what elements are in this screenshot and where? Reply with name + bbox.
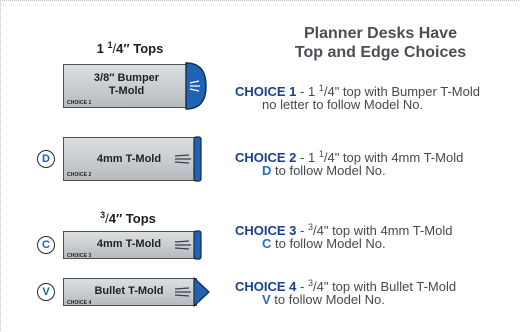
page-title-line1: Planner Desks Have (304, 25, 457, 42)
tmold-barb-icon (173, 239, 193, 251)
group-title-thin-tops: 3/4″ Tops (68, 210, 188, 226)
profile-label-line2: T-Mold (108, 85, 145, 97)
tmold-barb-icon (173, 153, 193, 165)
bullet-edge-icon (193, 277, 211, 307)
group-title-denominator: 4 (108, 211, 116, 226)
choice-tag-3: CHOICE 3 (67, 253, 92, 259)
choice-tag-4: CHOICE 4 (67, 300, 92, 306)
profile-label-choice-2: 4mm T-Mold (96, 153, 162, 165)
choice-2-suffix-text: to follow Model No. (271, 163, 386, 178)
choice-4-letter: V (262, 292, 271, 307)
profile-label-line1: 3/8″ Bumper (93, 72, 160, 84)
letter-badge-d: D (37, 150, 55, 168)
choice-3-suffix-text: to follow Model No. (271, 236, 386, 251)
group-title-whole: 1 (96, 41, 108, 56)
bumper-edge-icon (184, 62, 208, 110)
choice-tag-1: CHOICE 1 (67, 100, 92, 106)
choice-4-line2: V to follow Model No. (262, 292, 385, 308)
tmold-edge-icon (193, 136, 203, 182)
choice-2-letter: D (262, 163, 272, 178)
letter-badge-v: V (37, 283, 55, 301)
choice-3-line2: C to follow Model No. (262, 236, 386, 252)
profile-label-choice-1: 3/8″ Bumper T-Mold (74, 72, 179, 98)
choice-1-suffix-text: no letter to follow Model No. (262, 97, 424, 112)
choice-1-line2: no letter to follow Model No. (262, 97, 423, 113)
group-title-unit: ″ Tops (123, 41, 164, 56)
choice-3-letter: C (262, 236, 272, 251)
profile-label-choice-3: 4mm T-Mold (96, 238, 162, 250)
page-title-line2: Top and Edge Choices (294, 44, 467, 61)
page-title: Planner Desks Have Top and Edge Choices (268, 24, 493, 62)
letter-badge-c: C (37, 236, 55, 254)
group-title-thick-tops: 1 1/4″ Tops (70, 40, 190, 56)
choice-tag-2: CHOICE 2 (67, 172, 92, 178)
choice-4-suffix-text: to follow Model No. (270, 292, 385, 307)
choice-2-line2: D to follow Model No. (262, 163, 386, 179)
group-title-unit: ″ Tops (115, 211, 156, 226)
tmold-edge-icon (193, 230, 203, 260)
profile-label-choice-4: Bullet T-Mold (94, 285, 164, 297)
